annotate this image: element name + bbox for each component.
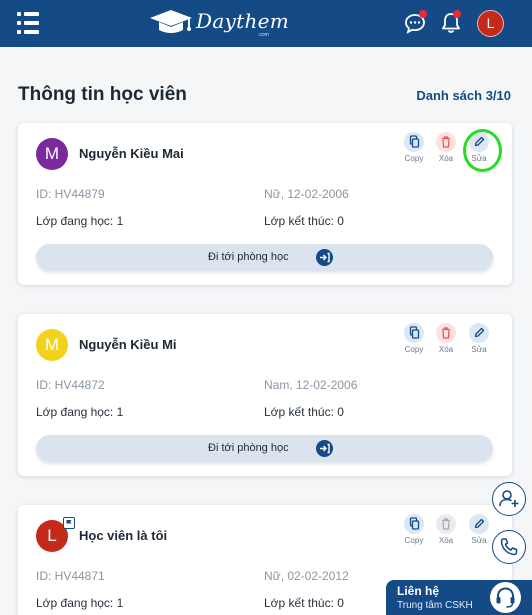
enter-icon [316, 249, 333, 266]
delete-label: Xóa [438, 536, 454, 545]
classes-finished: Lớp kết thúc: 0 [264, 214, 344, 228]
student-name: Nguyễn Kiều Mi [79, 337, 177, 352]
delete-label: Xóa [438, 345, 454, 354]
copy-icon [404, 514, 424, 534]
student-gender-dob: Nữ, 02-02-2012 [264, 569, 349, 583]
classes-current: Lớp đang học: 1 [36, 596, 124, 610]
graduation-cap-icon [150, 10, 192, 33]
student-name: Nguyễn Kiều Mai [79, 146, 184, 161]
goto-classroom-label: Đi tới phòng học [208, 251, 289, 263]
enter-icon [316, 440, 333, 457]
pencil-icon [469, 514, 489, 534]
edit-label: Sửa [471, 536, 487, 545]
logo-text: Daythem [196, 9, 290, 33]
edit-button[interactable]: Sửa [465, 514, 493, 545]
goto-classroom-label: Đi tới phòng học [208, 442, 289, 454]
delete-button: Xóa [432, 514, 460, 545]
copy-icon [404, 132, 424, 152]
page-title: Thông tin học viên [18, 84, 187, 105]
phone-icon [500, 538, 518, 556]
edit-label: Sửa [471, 345, 487, 354]
pencil-icon [469, 323, 489, 343]
highlight-circle [463, 129, 502, 172]
trash-icon [436, 514, 456, 534]
copy-button[interactable]: Copy [400, 132, 428, 163]
headset-icon [490, 582, 521, 613]
copy-label: Copy [404, 345, 424, 354]
student-card: M Nguyễn Kiều Mi Copy Xóa Sửa ID: HV4487… [18, 314, 512, 476]
copy-button[interactable]: Copy [400, 514, 428, 545]
delete-button[interactable]: Xóa [432, 132, 460, 163]
edit-button[interactable]: Sửa [465, 323, 493, 354]
delete-button[interactable]: Xóa [432, 323, 460, 354]
goto-classroom-button[interactable]: Đi tới phòng học [36, 244, 493, 271]
chat-button[interactable] [404, 10, 427, 34]
classes-finished: Lớp kết thúc: 0 [264, 405, 344, 419]
student-id: ID: HV44871 [36, 569, 105, 583]
trash-icon [436, 132, 456, 152]
classes-current: Lớp đang học: 1 [36, 214, 124, 228]
student-gender-dob: Nữ, 12-02-2006 [264, 187, 349, 201]
student-gender-dob: Nam, 12-02-2006 [264, 378, 358, 392]
trash-icon [436, 323, 456, 343]
goto-classroom-button[interactable]: Đi tới phòng học [36, 435, 493, 462]
self-badge-icon [63, 517, 75, 529]
notification-dot [453, 10, 461, 18]
student-avatar: M [36, 138, 68, 170]
notification-dot [419, 10, 427, 18]
top-bar: Daythem .com L [0, 0, 532, 47]
copy-label: Copy [404, 536, 424, 545]
student-id: ID: HV44872 [36, 378, 105, 392]
contact-subtitle: Trung tâm CSKH [397, 600, 473, 611]
classes-current: Lớp đang học: 1 [36, 405, 124, 419]
add-student-button[interactable] [492, 482, 526, 516]
call-button[interactable] [492, 530, 526, 564]
logo-subtext: .com [258, 32, 269, 38]
student-card: M Nguyễn Kiều Mai Copy Xóa Sửa ID: HV448… [18, 123, 512, 285]
copy-button[interactable]: Copy [400, 323, 428, 354]
logo[interactable]: Daythem .com [148, 6, 289, 40]
copy-label: Copy [404, 154, 424, 163]
delete-label: Xóa [438, 154, 454, 163]
classes-finished: Lớp kết thúc: 0 [264, 596, 344, 610]
contact-title: Liên hệ [397, 584, 440, 598]
copy-icon [404, 323, 424, 343]
student-list-link[interactable]: Danh sách 3/10 [416, 88, 511, 103]
student-id: ID: HV44879 [36, 187, 105, 201]
student-avatar: M [36, 329, 68, 361]
notifications-button[interactable] [440, 10, 462, 35]
user-avatar[interactable]: L [477, 10, 504, 37]
student-name: Học viên là tôi [79, 528, 168, 543]
menu-icon[interactable] [17, 12, 39, 34]
add-user-icon [499, 490, 519, 507]
contact-support-button[interactable]: Liên hệ Trung tâm CSKH [386, 580, 532, 615]
